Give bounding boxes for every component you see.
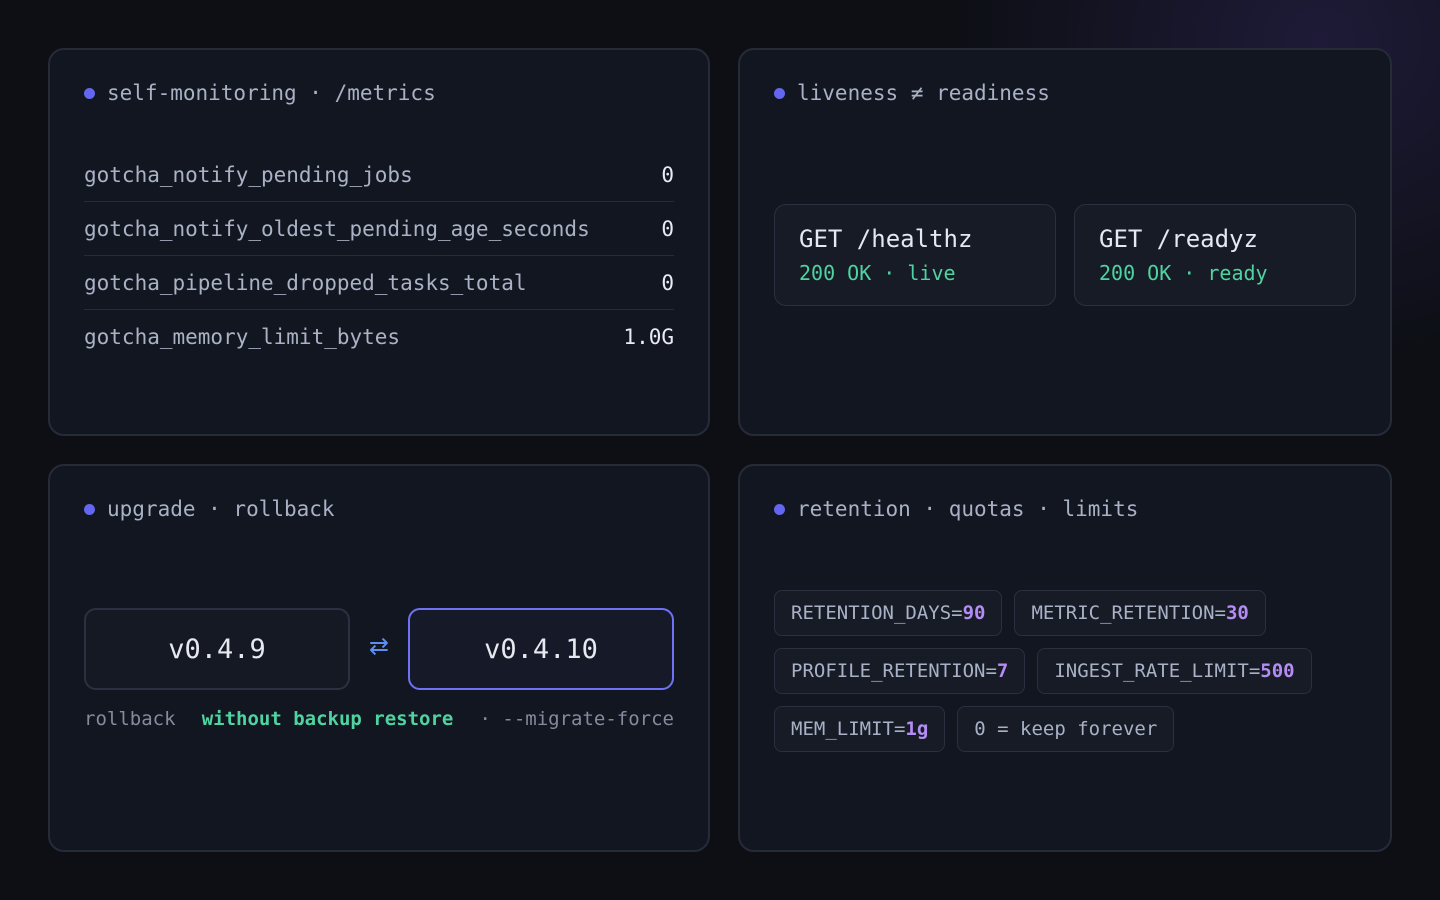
env-chip-value: 30 bbox=[1225, 602, 1249, 624]
metrics-panel-title: self-monitoring · /metrics bbox=[84, 78, 436, 108]
bidirectional-arrows-icon: ⇄ bbox=[368, 632, 390, 660]
env-chip: PROFILE_RETENTION= 7 bbox=[774, 648, 1026, 694]
metric-row: gotcha_memory_limit_bytes 1.0G bbox=[84, 310, 674, 363]
env-chip-key: RETENTION_DAYS= bbox=[791, 602, 963, 624]
env-chip-key: PROFILE_RETENTION= bbox=[791, 660, 997, 682]
metric-value: 1.0G bbox=[623, 324, 674, 349]
env-chip-key: 0 = keep forever bbox=[974, 718, 1158, 740]
env-chip-key: MEM_LIMIT= bbox=[791, 718, 906, 740]
env-chip-key: METRIC_RETENTION= bbox=[1031, 602, 1226, 624]
upgrade-panel-title-text: upgrade · rollback bbox=[107, 497, 335, 521]
keep-forever-chip: 0 = keep forever bbox=[957, 706, 1175, 752]
healthz-endpoint-card: GET /healthz 200 OK · live bbox=[774, 204, 1056, 306]
status-dot-icon bbox=[84, 87, 95, 99]
env-chip-value: 90 bbox=[962, 602, 986, 624]
retention-panel: retention · quotas · limits RETENTION_DA… bbox=[738, 464, 1392, 852]
retention-panel-title: retention · quotas · limits bbox=[774, 494, 1138, 524]
rollback-note: rollback without backup restore · --migr… bbox=[84, 708, 674, 730]
upgrade-panel-title: upgrade · rollback bbox=[84, 494, 335, 524]
env-chip-value: 500 bbox=[1260, 660, 1295, 682]
to-version-box: v0.4.10 bbox=[408, 608, 674, 690]
metric-name: gotcha_notify_oldest_pending_age_seconds bbox=[84, 216, 590, 241]
status-dot-icon bbox=[774, 503, 785, 515]
metric-value: 0 bbox=[661, 216, 674, 241]
env-chip-value: 1g bbox=[905, 718, 929, 740]
env-chip: RETENTION_DAYS= 90 bbox=[774, 590, 1003, 636]
readyz-endpoint-card: GET /readyz 200 OK · ready bbox=[1074, 204, 1356, 306]
rollback-note-prefix: rollback bbox=[84, 708, 176, 730]
upgrade-panel: upgrade · rollback v0.4.9 ⇄ v0.4.10 roll… bbox=[48, 464, 710, 852]
status-dot-icon bbox=[84, 503, 95, 515]
metric-row: gotcha_notify_oldest_pending_age_seconds… bbox=[84, 202, 674, 256]
env-chip-list: RETENTION_DAYS= 90 METRIC_RETENTION= 30 PR… bbox=[774, 590, 1364, 764]
metric-value: 0 bbox=[661, 270, 674, 295]
metric-name: gotcha_pipeline_dropped_tasks_total bbox=[84, 270, 527, 295]
env-chip-key: INGEST_RATE_LIMIT= bbox=[1054, 660, 1261, 682]
endpoint-status: 200 OK · live bbox=[799, 261, 956, 285]
env-chip-value: 7 bbox=[996, 660, 1009, 682]
env-chip: METRIC_RETENTION= 30 bbox=[1014, 590, 1266, 636]
metrics-panel: self-monitoring · /metrics gotcha_notify… bbox=[48, 48, 710, 436]
endpoint-status: 200 OK · ready bbox=[1099, 261, 1268, 285]
metric-value: 0 bbox=[661, 162, 674, 187]
endpoint-route: GET /readyz bbox=[1099, 225, 1258, 253]
health-panel-title-text: liveness ≠ readiness bbox=[797, 81, 1050, 105]
metrics-panel-title-text: self-monitoring · /metrics bbox=[107, 81, 436, 105]
env-chip: INGEST_RATE_LIMIT= 500 bbox=[1037, 648, 1312, 694]
metrics-list: gotcha_notify_pending_jobs 0 gotcha_noti… bbox=[84, 148, 674, 363]
retention-panel-title-text: retention · quotas · limits bbox=[797, 497, 1139, 521]
chip-row: RETENTION_DAYS= 90 METRIC_RETENTION= 30 bbox=[774, 590, 1364, 636]
metric-row: gotcha_pipeline_dropped_tasks_total 0 bbox=[84, 256, 674, 310]
rollback-note-suffix: · --migrate-force bbox=[479, 708, 674, 730]
chip-row: MEM_LIMIT= 1g 0 = keep forever bbox=[774, 706, 1364, 752]
metric-name: gotcha_notify_pending_jobs bbox=[84, 162, 413, 187]
from-version-box: v0.4.9 bbox=[84, 608, 350, 690]
rollback-note-emphasis: without backup restore bbox=[201, 708, 454, 730]
metric-row: gotcha_notify_pending_jobs 0 bbox=[84, 148, 674, 202]
endpoint-route: GET /healthz bbox=[799, 225, 973, 253]
env-chip: MEM_LIMIT= 1g bbox=[774, 706, 946, 752]
status-dot-icon bbox=[774, 87, 785, 99]
health-panel-title: liveness ≠ readiness bbox=[774, 78, 1050, 108]
metric-name: gotcha_memory_limit_bytes bbox=[84, 324, 401, 349]
health-panel: liveness ≠ readiness GET /healthz 200 OK… bbox=[738, 48, 1392, 436]
chip-row: PROFILE_RETENTION= 7 INGEST_RATE_LIMIT= 50… bbox=[774, 648, 1364, 694]
